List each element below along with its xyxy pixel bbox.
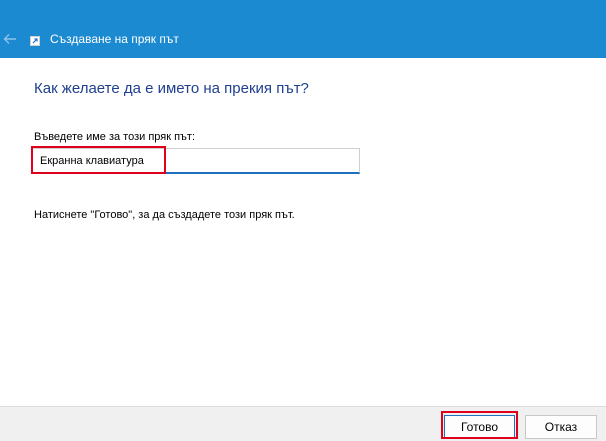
back-button[interactable] (0, 25, 20, 53)
finish-hint-text: Натиснете "Готово", за да създадете този… (34, 209, 295, 221)
title-bar: Създаване на пряк път (0, 0, 606, 58)
shortcut-app-icon (30, 36, 40, 46)
window-title: Създаване на пряк път (50, 32, 179, 46)
shortcut-name-input[interactable] (32, 148, 360, 174)
cancel-button[interactable]: Отказ (525, 415, 597, 439)
done-button[interactable]: Готово (444, 415, 515, 439)
shortcut-name-label: Въведете име за този пряк път: (34, 131, 196, 143)
dialog-footer: Готово Отказ (0, 406, 606, 441)
back-arrow-icon (3, 34, 16, 44)
page-heading: Как желаете да е името на прекия път? (34, 80, 309, 97)
